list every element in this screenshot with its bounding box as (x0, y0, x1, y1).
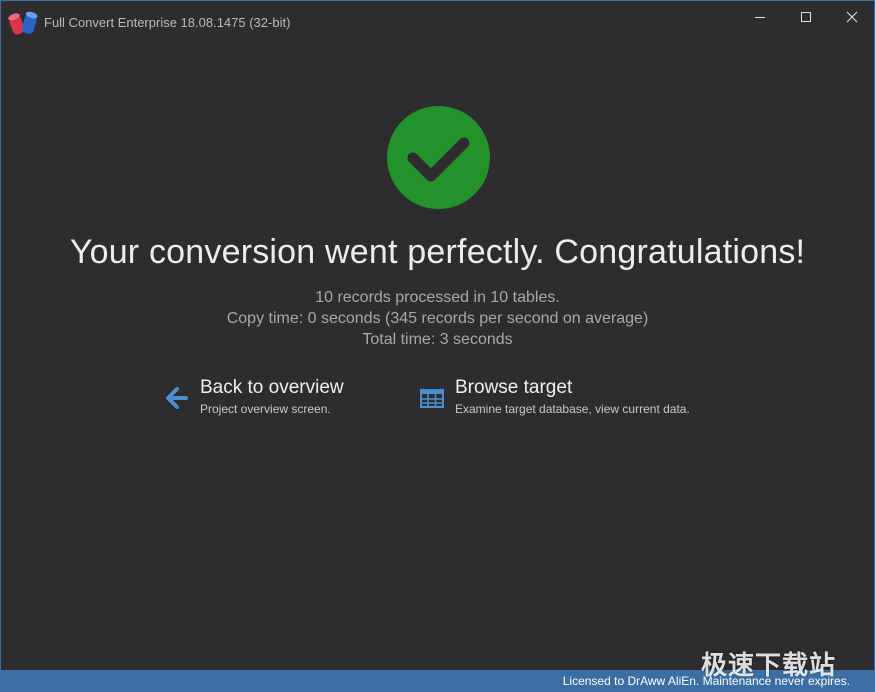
maximize-icon (800, 11, 812, 23)
browse-target-link[interactable]: Browse target Examine target database, v… (420, 377, 730, 421)
maximize-button[interactable] (783, 1, 829, 33)
result-headline: Your conversion went perfectly. Congratu… (69, 233, 806, 271)
close-icon (846, 11, 858, 23)
stat-records: 10 records processed in 10 tables. (315, 289, 560, 306)
back-to-overview-link[interactable]: Back to overview Project overview screen… (165, 377, 365, 421)
watermark-text: 极速下载站 (701, 650, 837, 680)
browse-target-description: Examine target database, view current da… (455, 402, 690, 416)
back-to-overview-description: Project overview screen. (200, 402, 331, 416)
table-grid-icon (420, 387, 444, 409)
app-logo-icon (8, 9, 40, 37)
stat-copy-time: Copy time: 0 seconds (345 records per se… (226, 310, 649, 327)
conversion-stats: 10 records processed in 10 tables. Copy … (1, 287, 874, 350)
app-window: Full Convert Enterprise 18.08.1475 (32-b… (0, 0, 875, 692)
stat-total-time: Total time: 3 seconds (362, 331, 513, 348)
window-title: Full Convert Enterprise 18.08.1475 (32-b… (44, 15, 291, 30)
title-bar[interactable]: Full Convert Enterprise 18.08.1475 (32-b… (1, 1, 874, 37)
arrow-left-icon (165, 387, 189, 409)
checkmark-circle-icon (387, 106, 490, 209)
back-to-overview-title: Back to overview (200, 377, 344, 398)
browse-target-title: Browse target (455, 377, 573, 398)
close-button[interactable] (829, 1, 875, 33)
minimize-button[interactable] (737, 1, 783, 33)
minimize-icon (754, 11, 766, 23)
